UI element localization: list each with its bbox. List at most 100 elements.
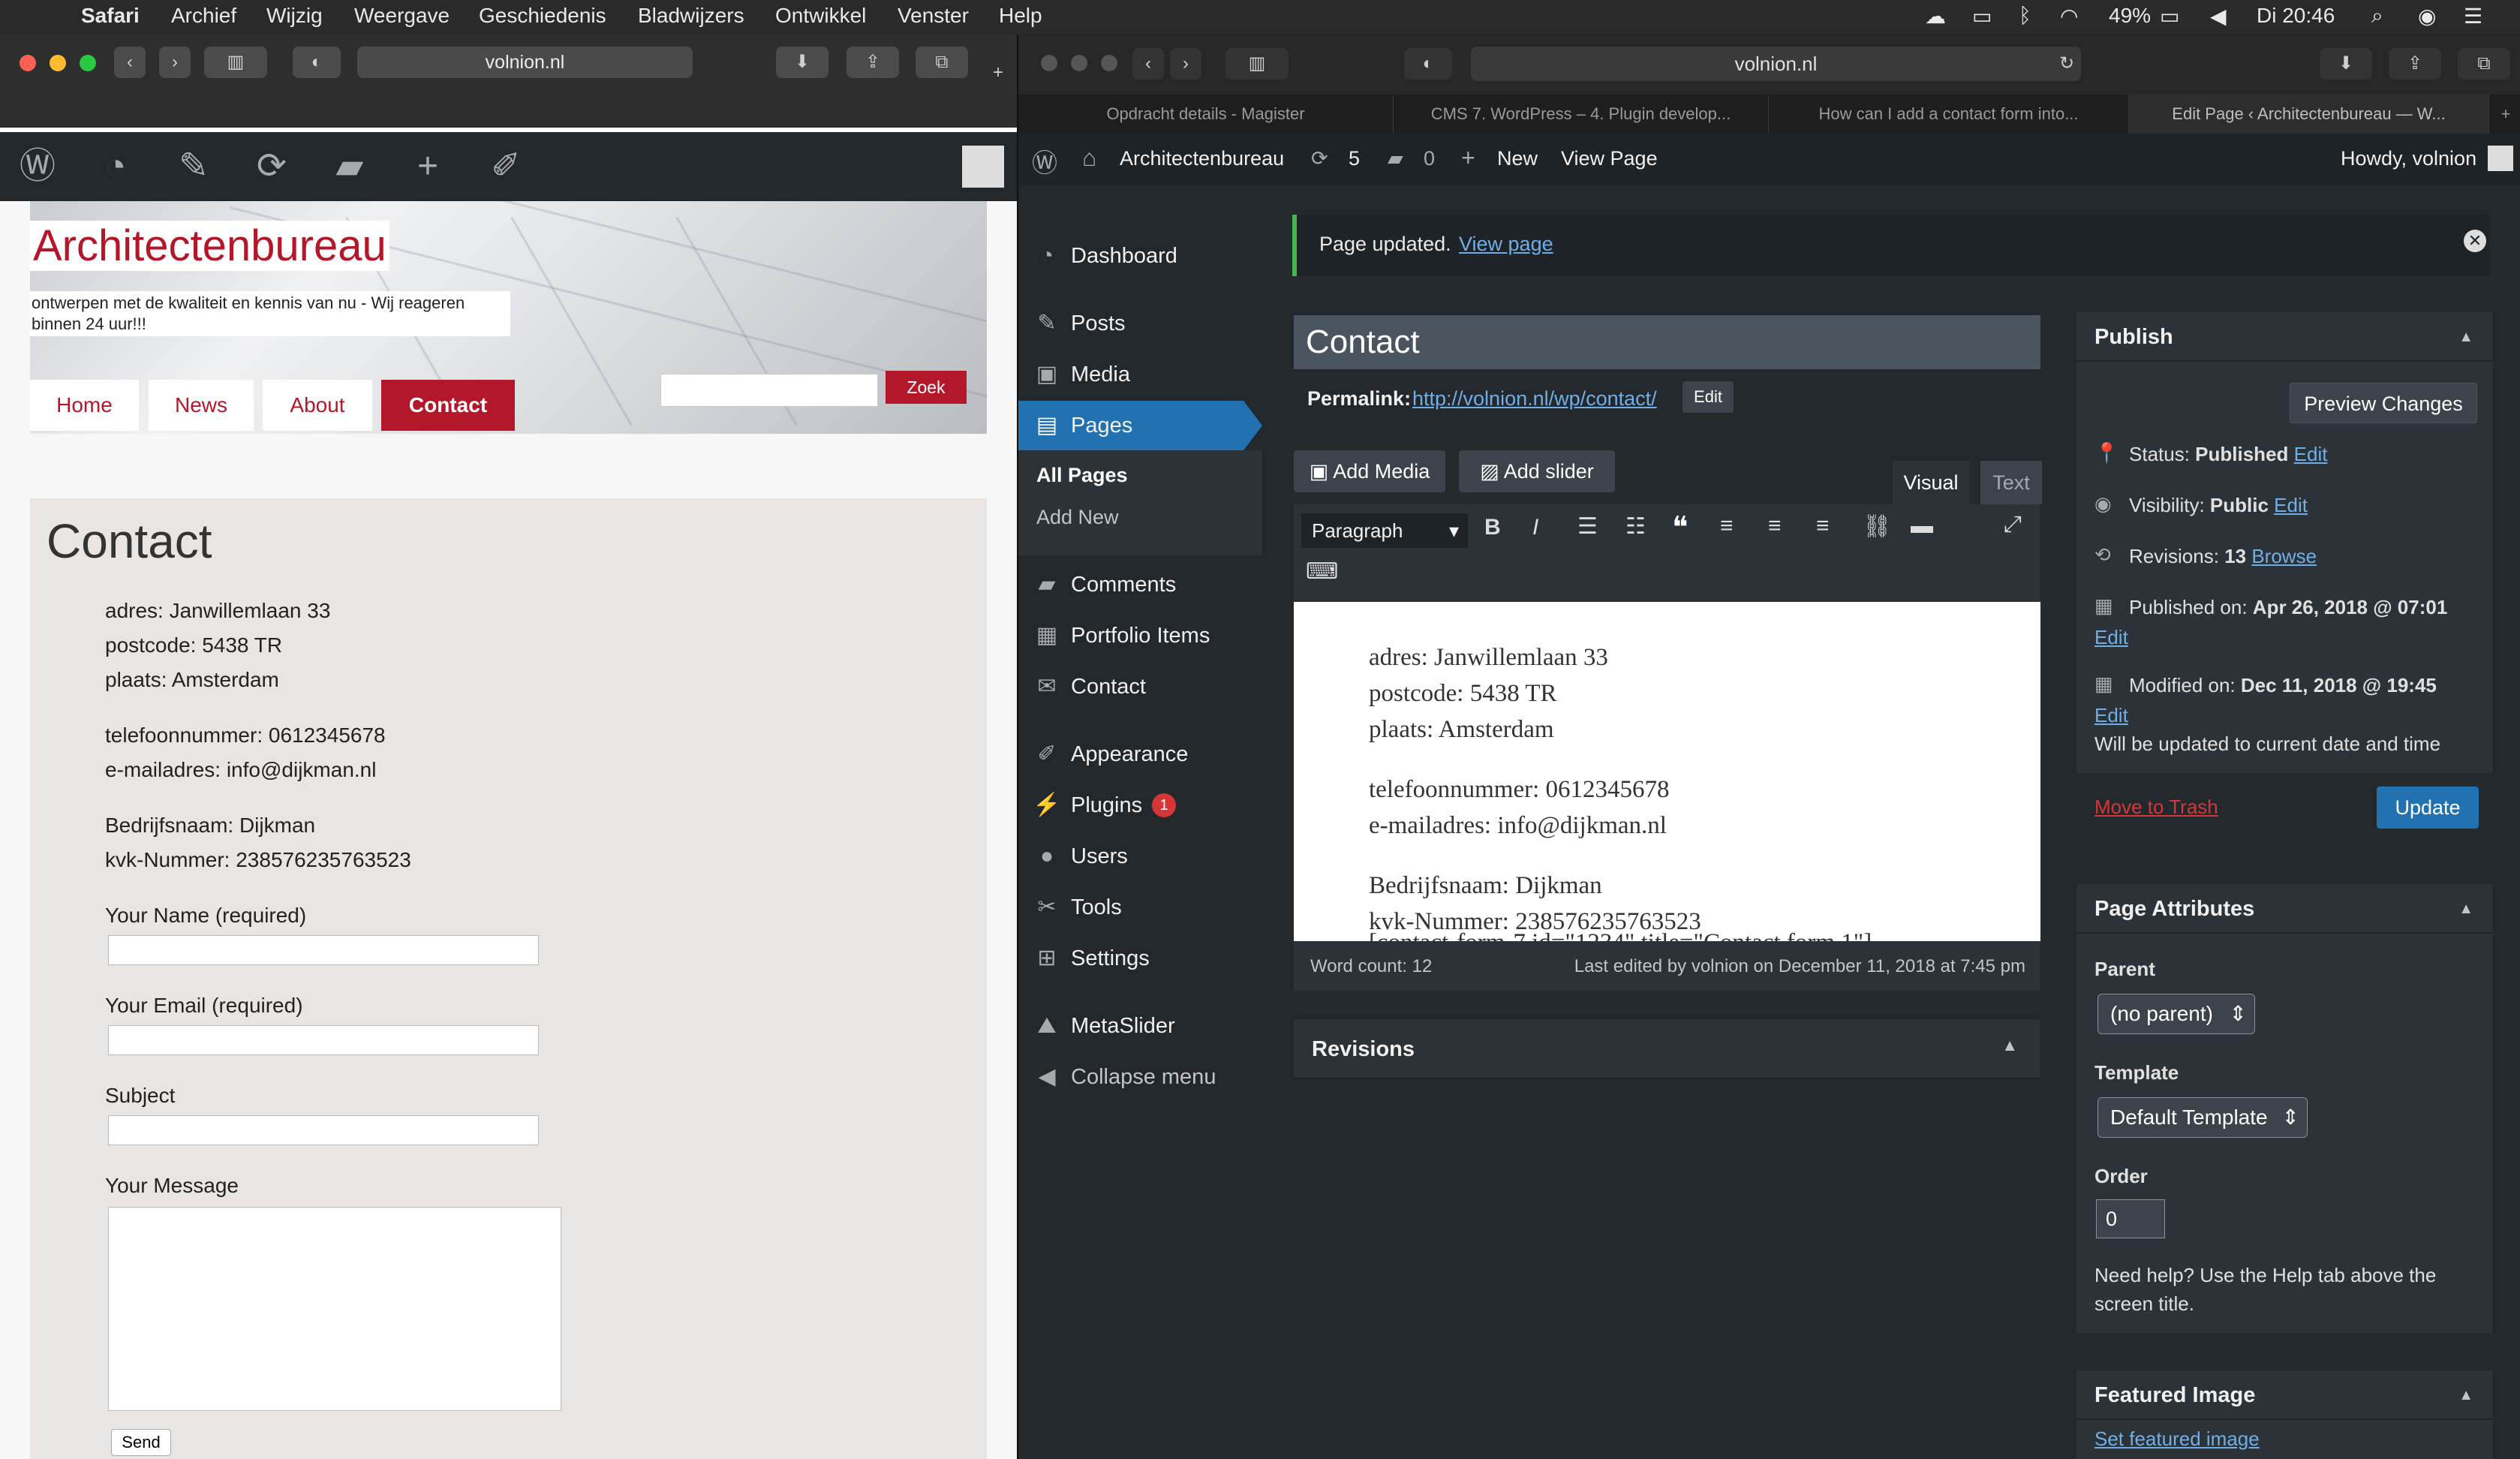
menu-settings[interactable]: ⊞ Settings [1018, 934, 1262, 983]
format-select[interactable]: Paragraph ▾ [1301, 513, 1468, 548]
comments-icon[interactable]: ▰ [1388, 147, 1403, 170]
move-to-trash-link[interactable]: Move to Trash [2094, 796, 2218, 819]
spotlight-icon[interactable]: ⌕ [2371, 4, 2383, 29]
menu-item[interactable]: Wijzig [266, 4, 323, 28]
dismiss-icon[interactable]: ✕ [2464, 230, 2486, 252]
updates-count[interactable]: 5 [1349, 147, 1360, 170]
blockquote-icon[interactable]: ❝ [1672, 510, 1689, 545]
parent-select[interactable]: (no parent) ⇕ [2097, 994, 2255, 1034]
avatar[interactable] [2488, 146, 2513, 171]
updates-icon[interactable]: ⟳ [249, 146, 294, 188]
italic-icon[interactable]: I [1532, 515, 1538, 540]
dashboard-icon[interactable]: ◔ [93, 146, 138, 188]
back-icon[interactable]: ‹ [1132, 48, 1164, 80]
minimize-window-button[interactable] [50, 55, 66, 71]
tabs-overview-icon[interactable]: ⧉ [916, 47, 968, 78]
preview-changes-button[interactable]: Preview Changes [2290, 383, 2477, 423]
tab[interactable]: CMS 7. WordPress – 4. Plugin develop... [1394, 95, 1769, 134]
menu-posts[interactable]: ✎ Posts [1018, 299, 1262, 348]
menu-item[interactable]: Venster [898, 4, 969, 28]
align-left-icon[interactable]: ≡ [1720, 513, 1734, 539]
menu-contact[interactable]: ✉ Contact [1018, 662, 1262, 711]
collapse-arrow-icon[interactable]: ▲ [2001, 1036, 2018, 1055]
privacy-icon[interactable]: ◐ [293, 47, 341, 78]
tab-text[interactable]: Text [1980, 461, 2042, 504]
share-icon[interactable]: ⇪ [847, 47, 899, 78]
set-featured-image-link[interactable]: Set featured image [2094, 1427, 2260, 1451]
revisions-box[interactable]: Revisions ▲ [1294, 1019, 2040, 1079]
template-select[interactable]: Default Template ⇕ [2097, 1097, 2308, 1138]
submenu-add-new[interactable]: Add New [1036, 506, 1119, 529]
menu-item[interactable]: Archief [171, 4, 236, 28]
downloads-icon[interactable]: ⬇ [776, 47, 828, 78]
submenu-all-pages[interactable]: All Pages [1036, 464, 1128, 487]
link-icon[interactable]: ⛓ [1863, 513, 1891, 540]
menu-item[interactable]: Help [999, 4, 1042, 28]
collapse-menu[interactable]: ◀ Collapse menu [1018, 1052, 1262, 1102]
tab[interactable]: Opdracht details - Magister [1018, 95, 1394, 134]
nav-about[interactable]: About [263, 380, 372, 431]
menu-item[interactable]: Bladwijzers [638, 4, 744, 28]
adminbar-new[interactable]: New [1497, 147, 1538, 170]
search-button[interactable]: Zoek [886, 371, 967, 404]
adminbar-site-name[interactable]: Architectenbureau [1120, 147, 1284, 170]
collapse-arrow-icon[interactable]: ▲ [2458, 1387, 2473, 1404]
site-search-input[interactable] [660, 374, 878, 407]
wordpress-logo-icon[interactable]: Ⓦ [1032, 143, 1057, 179]
menu-pages[interactable]: ▤ Pages [1018, 401, 1243, 450]
clock[interactable]: Di 20:46 [2257, 4, 2335, 28]
avatar[interactable] [962, 146, 1004, 188]
modified-edit-link[interactable]: Edit [2094, 704, 2128, 727]
permalink-edit-button[interactable]: Edit [1683, 381, 1734, 413]
url-field[interactable]: volnion.nl [357, 47, 693, 78]
volume-icon[interactable]: ◀ [2210, 4, 2227, 29]
published-edit-link[interactable]: Edit [2094, 626, 2128, 649]
sidebar-icon[interactable]: ▥ [204, 47, 267, 78]
menu-dashboard[interactable]: ◔ Dashboard [1018, 231, 1262, 281]
visibility-edit-link[interactable]: Edit [2274, 494, 2308, 516]
plus-icon[interactable]: + [1461, 144, 1475, 172]
name-input[interactable] [108, 935, 539, 965]
bullet-list-icon[interactable]: ☰ [1577, 513, 1598, 540]
menu-tools[interactable]: ✂ Tools [1018, 883, 1262, 932]
collapse-arrow-icon[interactable]: ▲ [2458, 329, 2473, 346]
fullscreen-icon[interactable]: ⤢ [2004, 512, 2022, 537]
menu-item[interactable]: Geschiedenis [479, 4, 606, 28]
sidebar-icon[interactable]: ▥ [1225, 48, 1289, 80]
read-more-icon[interactable]: ▬ [1911, 513, 1933, 539]
zoom-window-button[interactable] [1101, 55, 1117, 71]
bluetooth-icon[interactable]: ᛒ [2019, 4, 2031, 28]
menu-metaslider[interactable]: ⛰ MetaSlider [1018, 1001, 1262, 1051]
permalink-url[interactable]: http://volnion.nl/wp/contact/ [1412, 387, 1657, 411]
edit-page-icon[interactable]: ✐ [483, 146, 528, 188]
new-tab-icon[interactable]: + [983, 57, 1013, 89]
updates-icon[interactable]: ⟳ [1311, 147, 1328, 170]
close-window-button[interactable] [1041, 55, 1057, 71]
subject-input[interactable] [108, 1115, 539, 1145]
reload-icon[interactable]: ↻ [2055, 48, 2078, 80]
menu-plugins[interactable]: ⚡ Plugins 1 [1018, 781, 1262, 830]
align-center-icon[interactable]: ≡ [1768, 513, 1782, 539]
minimize-window-button[interactable] [1071, 55, 1087, 71]
add-media-button[interactable]: ▣ Add Media [1294, 450, 1445, 492]
bold-icon[interactable]: B [1484, 515, 1501, 540]
new-tab-icon[interactable]: + [2491, 95, 2520, 134]
tab-visual[interactable]: Visual [1893, 461, 1969, 504]
nav-contact[interactable]: Contact [381, 380, 515, 431]
close-window-button[interactable] [20, 55, 36, 71]
creative-cloud-icon[interactable]: ☁ [1925, 4, 1946, 29]
zoom-window-button[interactable] [80, 55, 96, 71]
toolbar-toggle-icon[interactable]: ⌨ [1306, 558, 1338, 585]
browse-revisions-link[interactable]: Browse [2251, 545, 2317, 567]
notification-center-icon[interactable]: ☰ [2464, 4, 2482, 29]
menu-item[interactable]: Ontwikkel [775, 4, 866, 28]
battery-percent[interactable]: 49% [2109, 4, 2151, 28]
title-input[interactable]: Contact [1294, 315, 2040, 369]
back-icon[interactable]: ‹ [114, 47, 146, 78]
tab[interactable]: How can I add a contact form into... [1769, 95, 2129, 134]
add-slider-button[interactable]: ▨ Add slider [1459, 450, 1615, 492]
share-icon[interactable]: ⇪ [2389, 48, 2441, 80]
numbered-list-icon[interactable]: ☷ [1625, 513, 1646, 540]
menu-comments[interactable]: ▰ Comments [1018, 560, 1262, 609]
howdy-user[interactable]: Howdy, volnion [2341, 147, 2476, 170]
